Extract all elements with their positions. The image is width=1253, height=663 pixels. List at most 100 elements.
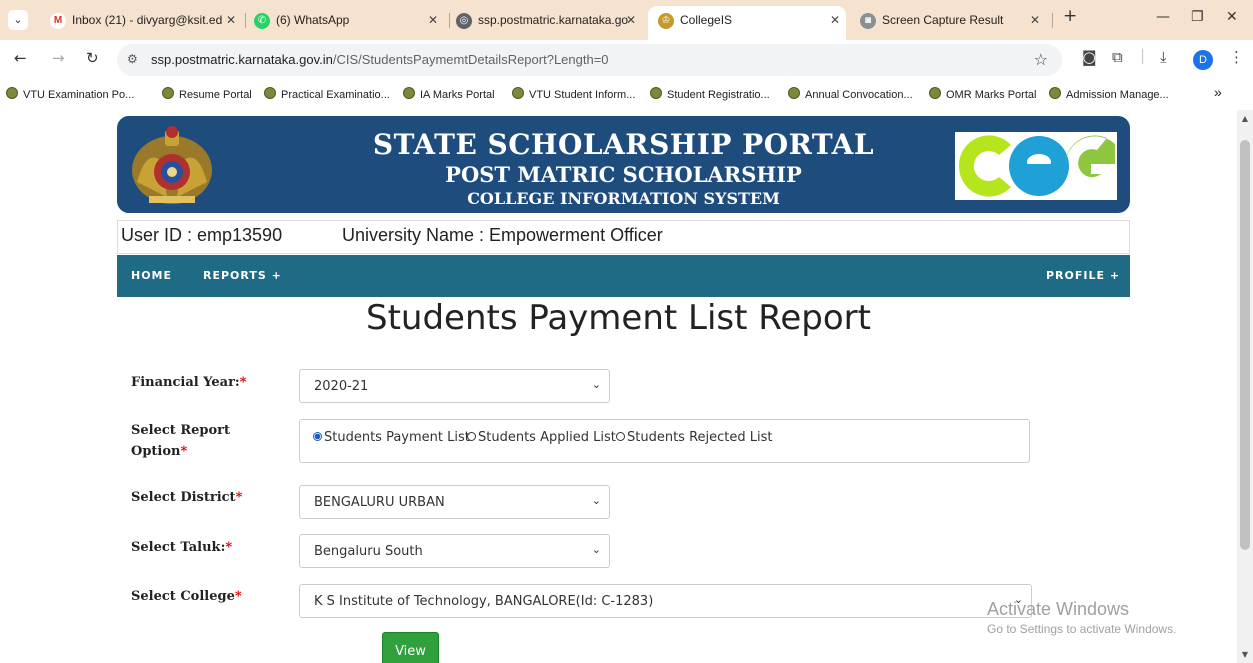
bookmark-label: OMR Marks Portal bbox=[946, 89, 1037, 101]
bookmark-item[interactable]: VTU Examination Po... bbox=[6, 87, 134, 101]
close-window-icon[interactable]: ✕ bbox=[1226, 9, 1238, 25]
radio-unchecked-icon bbox=[616, 432, 625, 441]
portal-banner: STATE SCHOLARSHIP PORTAL POST MATRIC SCH… bbox=[117, 116, 1130, 213]
view-button[interactable]: View bbox=[382, 632, 439, 663]
activate-windows-hint: Go to Settings to activate Windows. bbox=[987, 622, 1177, 636]
label-text: Select District bbox=[131, 490, 236, 505]
bookmark-star-icon[interactable]: ☆ bbox=[1034, 50, 1048, 69]
radio-label: Students Rejected List bbox=[627, 430, 773, 445]
report-option-label: Select Report Option* bbox=[131, 420, 230, 462]
back-arrow-icon[interactable]: ← bbox=[14, 49, 27, 67]
bookmark-item[interactable]: Admission Manage... bbox=[1049, 87, 1169, 101]
bookmark-label: Resume Portal bbox=[179, 89, 252, 101]
financial-year-select[interactable]: 2020-21 ⌄ bbox=[299, 369, 610, 403]
bookmark-item[interactable]: Practical Examinatio... bbox=[264, 87, 390, 101]
label-text: Financial Year: bbox=[131, 375, 240, 390]
select-value: 2020-21 bbox=[314, 379, 369, 394]
camera-extension-icon[interactable]: ◙ bbox=[1082, 48, 1097, 66]
required-mark: * bbox=[239, 375, 247, 390]
bookmark-item[interactable]: Resume Portal bbox=[162, 87, 252, 101]
nav-reports[interactable]: REPORTS + bbox=[203, 269, 282, 282]
radio-students-payment-list[interactable]: Students Payment List bbox=[313, 430, 470, 445]
url-text: ssp.postmatric.karnataka.gov.in/CIS/Stud… bbox=[151, 52, 609, 67]
user-info-bar: User ID : emp13590 University Name : Emp… bbox=[117, 220, 1130, 254]
radio-label: Students Payment List bbox=[324, 430, 470, 445]
taluk-select[interactable]: Bengaluru South ⌄ bbox=[299, 534, 610, 568]
bookmark-item[interactable]: Annual Convocation... bbox=[788, 87, 913, 101]
reload-icon[interactable]: ↻ bbox=[86, 49, 99, 67]
address-bar[interactable]: ⚙ ssp.postmatric.karnataka.gov.in/CIS/St… bbox=[117, 44, 1062, 76]
tab-divider bbox=[449, 13, 450, 28]
tab-title: ssp.postmatric.karnataka.go bbox=[478, 13, 629, 27]
radio-unchecked-icon bbox=[467, 432, 476, 441]
restore-icon[interactable]: ❐ bbox=[1191, 9, 1204, 25]
browser-tab-strip: ⌄ M Inbox (21) - divyarg@ksit.ed ✕ ✆ (6) W… bbox=[0, 0, 1253, 40]
nav-home[interactable]: HOME bbox=[131, 269, 172, 282]
site-info-icon[interactable]: ⚙ bbox=[127, 52, 138, 66]
radio-students-applied-list[interactable]: Students Applied List bbox=[467, 430, 616, 445]
download-icon[interactable]: ⤓ bbox=[1160, 48, 1167, 66]
forward-arrow-icon[interactable]: → bbox=[52, 49, 65, 67]
bookmark-favicon-icon bbox=[512, 87, 524, 99]
tab-screen-capture[interactable]: ◙ Screen Capture Result ✕ bbox=[860, 8, 1046, 32]
camera-icon: ◙ bbox=[860, 12, 876, 29]
chevron-down-icon: ⌄ bbox=[591, 543, 601, 556]
extensions-puzzle-icon[interactable]: ⧉ bbox=[1112, 48, 1123, 66]
tab-ssp[interactable]: ◎ ssp.postmatric.karnataka.go ✕ bbox=[456, 8, 642, 32]
select-value: K S Institute of Technology, BANGALORE(I… bbox=[314, 594, 654, 609]
globe-icon: ◎ bbox=[456, 12, 472, 29]
scroll-up-arrow-icon[interactable]: ▲ bbox=[1237, 114, 1253, 123]
bookmark-item[interactable]: IA Marks Portal bbox=[403, 87, 495, 101]
main-nav: HOME REPORTS + PROFILE + bbox=[117, 255, 1130, 297]
bookmark-favicon-icon bbox=[650, 87, 662, 99]
gmail-icon: M bbox=[50, 12, 66, 29]
bookmark-label: VTU Examination Po... bbox=[23, 89, 135, 101]
whatsapp-icon: ✆ bbox=[254, 12, 270, 29]
more-menu-icon[interactable]: ⋮ bbox=[1229, 48, 1244, 66]
district-select[interactable]: BENGALURU URBAN ⌄ bbox=[299, 485, 610, 519]
tab-search-chevron-icon[interactable]: ⌄ bbox=[8, 10, 28, 30]
bookmark-favicon-icon bbox=[6, 87, 18, 99]
minimize-icon[interactable]: — bbox=[1156, 9, 1170, 25]
page-viewport: STATE SCHOLARSHIP PORTAL POST MATRIC SCH… bbox=[0, 110, 1237, 663]
profile-avatar[interactable]: D bbox=[1193, 50, 1213, 70]
college-label: Select College* bbox=[131, 586, 242, 607]
college-select[interactable]: K S Institute of Technology, BANGALORE(I… bbox=[299, 584, 1032, 618]
bookmark-favicon-icon bbox=[788, 87, 800, 99]
label-text: Select Report bbox=[131, 423, 231, 438]
tab-gmail[interactable]: M Inbox (21) - divyarg@ksit.ed ✕ bbox=[50, 8, 242, 32]
close-tab-icon[interactable]: ✕ bbox=[226, 8, 236, 32]
activate-windows-watermark: Activate Windows bbox=[987, 599, 1130, 619]
close-tab-icon[interactable]: ✕ bbox=[428, 8, 438, 32]
nav-profile[interactable]: PROFILE + bbox=[1046, 269, 1120, 282]
radio-checked-icon bbox=[313, 432, 322, 441]
bookmarks-bar: VTU Examination Po... Resume Portal Prac… bbox=[0, 79, 1253, 111]
bookmark-favicon-icon bbox=[1049, 87, 1061, 99]
bookmark-item[interactable]: OMR Marks Portal bbox=[929, 87, 1036, 101]
chevron-down-icon: ⌄ bbox=[591, 494, 601, 507]
close-tab-icon[interactable]: ✕ bbox=[1030, 8, 1040, 32]
bookmarks-overflow-icon[interactable]: » bbox=[1214, 84, 1222, 100]
scroll-down-arrow-icon[interactable]: ▼ bbox=[1237, 650, 1253, 659]
bookmark-favicon-icon bbox=[403, 87, 415, 99]
radio-students-rejected-list[interactable]: Students Rejected List bbox=[616, 430, 773, 445]
close-tab-icon[interactable]: ✕ bbox=[626, 8, 636, 32]
tab-divider bbox=[1052, 13, 1053, 28]
bookmark-favicon-icon bbox=[264, 87, 276, 99]
scroll-thumb[interactable] bbox=[1240, 140, 1250, 550]
tab-whatsapp[interactable]: ✆ (6) WhatsApp ✕ bbox=[254, 8, 444, 32]
page-scrollbar[interactable]: ▲ ▼ bbox=[1237, 110, 1253, 663]
tab-title: Inbox (21) - divyarg@ksit.ed bbox=[72, 13, 223, 27]
label-text: Option bbox=[131, 444, 181, 459]
bookmark-item[interactable]: VTU Student Inform... bbox=[512, 87, 635, 101]
close-tab-icon[interactable]: ✕ bbox=[830, 6, 840, 34]
browser-toolbar: ← → ↻ ⚙ ssp.postmatric.karnataka.gov.in/… bbox=[0, 40, 1253, 79]
tab-divider bbox=[245, 13, 246, 28]
financial-year-label: Financial Year:* bbox=[131, 372, 247, 393]
bookmark-item[interactable]: Student Registratio... bbox=[650, 87, 770, 101]
bookmark-label: VTU Student Inform... bbox=[529, 89, 636, 101]
ceg-logo-icon bbox=[955, 132, 1117, 200]
tab-collegeis[interactable]: ♔ CollegeIS ✕ bbox=[648, 6, 846, 40]
new-tab-icon[interactable]: + bbox=[1063, 6, 1077, 26]
required-mark: * bbox=[234, 589, 242, 604]
